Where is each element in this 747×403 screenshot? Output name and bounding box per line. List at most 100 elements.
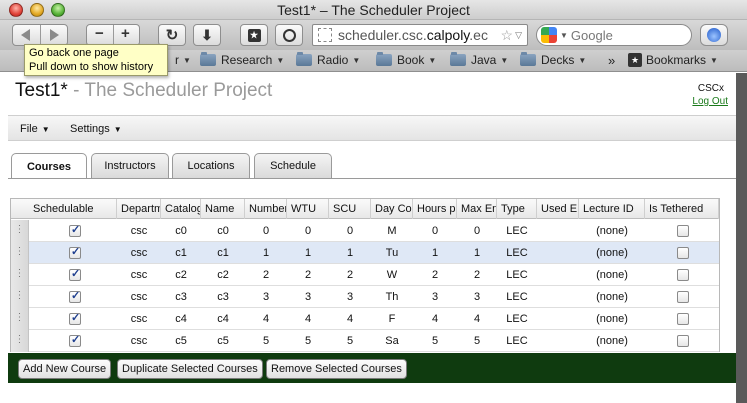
cell-wtu[interactable]: 1: [287, 242, 329, 264]
cell-number[interactable]: 2: [245, 264, 287, 286]
zoom-out-button[interactable]: −: [95, 25, 104, 42]
bookmark-folder-decks[interactable]: Decks ▼: [520, 52, 586, 67]
schedulable-checkbox[interactable]: [69, 311, 81, 325]
cell-max[interactable]: 2: [457, 264, 497, 286]
tab-locations[interactable]: Locations: [172, 153, 250, 178]
cell-dept[interactable]: csc: [117, 264, 161, 286]
cell-type[interactable]: LEC: [497, 264, 537, 286]
row-drag-handle-icon[interactable]: ⋮: [11, 264, 29, 286]
cell-catalog[interactable]: c1: [161, 242, 201, 264]
cell-catalog[interactable]: c2: [161, 264, 201, 286]
cell-scu[interactable]: 2: [329, 264, 371, 286]
back-arrow-icon[interactable]: [21, 29, 30, 41]
schedulable-checkbox[interactable]: [69, 267, 81, 281]
search-input[interactable]: Google: [571, 28, 613, 43]
cell-max[interactable]: 1: [457, 242, 497, 264]
google-engine-icon[interactable]: [541, 27, 557, 43]
engine-dropdown-icon[interactable]: ▼: [560, 31, 568, 40]
schedulable-checkbox[interactable]: [69, 289, 81, 303]
schedulable-checkbox[interactable]: [69, 333, 81, 347]
cell-days[interactable]: Th: [371, 286, 413, 308]
column-header[interactable]: SCU: [329, 199, 371, 219]
tab-schedule[interactable]: Schedule: [254, 153, 332, 178]
bookmark-folder-radio[interactable]: Radio ▼: [296, 52, 360, 67]
cell-wtu[interactable]: 0: [287, 220, 329, 242]
cell-lecture[interactable]: (none): [579, 242, 645, 264]
cell-hours[interactable]: 1: [413, 242, 457, 264]
bookmark-folder-partial[interactable]: r ▼: [175, 53, 191, 67]
cell-days[interactable]: W: [371, 264, 413, 286]
cell-hours[interactable]: 2: [413, 264, 457, 286]
cell-dept[interactable]: csc: [117, 286, 161, 308]
cell-hours[interactable]: 0: [413, 220, 457, 242]
table-row[interactable]: ⋮cscc2c2222W22LEC(none): [11, 264, 719, 286]
bookmarks-overflow-chevron[interactable]: »: [608, 53, 615, 68]
cell-type[interactable]: LEC: [497, 308, 537, 330]
column-header[interactable]: Departm: [117, 199, 161, 219]
cell-wtu[interactable]: 5: [287, 330, 329, 352]
cell-scu[interactable]: 4: [329, 308, 371, 330]
cell-used[interactable]: [537, 308, 579, 330]
cell-used[interactable]: [537, 264, 579, 286]
add-new-course-button[interactable]: Add New Course: [18, 359, 112, 379]
cell-lecture[interactable]: (none): [579, 264, 645, 286]
addon-button[interactable]: [700, 24, 728, 46]
cell-used[interactable]: [537, 242, 579, 264]
cell-type[interactable]: LEC: [497, 330, 537, 352]
cell-used[interactable]: [537, 220, 579, 242]
cell-number[interactable]: 5: [245, 330, 287, 352]
table-row[interactable]: ⋮cscc1c1111Tu11LEC(none): [11, 242, 719, 264]
url-text[interactable]: scheduler.csc.calpoly.ec: [338, 27, 501, 43]
cell-type[interactable]: LEC: [497, 220, 537, 242]
bookmark-folder-book[interactable]: Book ▼: [376, 52, 436, 67]
cell-hours[interactable]: 3: [413, 286, 457, 308]
cell-wtu[interactable]: 4: [287, 308, 329, 330]
is-tethered-checkbox[interactable]: [677, 335, 689, 347]
cell-type[interactable]: LEC: [497, 286, 537, 308]
is-tethered-checkbox[interactable]: [677, 291, 689, 303]
is-tethered-checkbox[interactable]: [677, 269, 689, 281]
row-drag-handle-icon[interactable]: ⋮: [11, 330, 29, 352]
cell-days[interactable]: F: [371, 308, 413, 330]
cell-scu[interactable]: 3: [329, 286, 371, 308]
cell-name[interactable]: c0: [201, 220, 245, 242]
history-button[interactable]: [275, 24, 303, 46]
column-header[interactable]: Schedulable: [29, 199, 117, 219]
table-row[interactable]: ⋮cscc0c0000M00LEC(none): [11, 220, 719, 242]
table-row[interactable]: ⋮cscc5c5555Sa55LEC(none): [11, 330, 719, 352]
schedulable-checkbox[interactable]: [69, 245, 81, 259]
cell-catalog[interactable]: c0: [161, 220, 201, 242]
cell-catalog[interactable]: c5: [161, 330, 201, 352]
download-button[interactable]: ⬇: [193, 24, 221, 46]
schedulable-checkbox[interactable]: [69, 223, 81, 237]
star-icon[interactable]: ☆: [501, 27, 514, 44]
cell-dept[interactable]: csc: [117, 308, 161, 330]
cell-wtu[interactable]: 2: [287, 264, 329, 286]
logout-link[interactable]: Log Out: [692, 96, 728, 107]
cell-scu[interactable]: 1: [329, 242, 371, 264]
table-row[interactable]: ⋮cscc4c4444F44LEC(none): [11, 308, 719, 330]
column-header[interactable]: Max En: [457, 199, 497, 219]
column-header[interactable]: Used E: [537, 199, 579, 219]
column-header[interactable]: Is Tethered: [645, 199, 719, 219]
cell-lecture[interactable]: (none): [579, 220, 645, 242]
cell-hours[interactable]: 5: [413, 330, 457, 352]
tab-instructors[interactable]: Instructors: [91, 153, 169, 178]
is-tethered-checkbox[interactable]: [677, 313, 689, 325]
reload-button[interactable]: ↻: [158, 24, 186, 46]
cell-number[interactable]: 1: [245, 242, 287, 264]
cell-max[interactable]: 0: [457, 220, 497, 242]
cell-days[interactable]: M: [371, 220, 413, 242]
menu-file[interactable]: File ▼: [20, 123, 50, 135]
cell-used[interactable]: [537, 286, 579, 308]
cell-type[interactable]: LEC: [497, 242, 537, 264]
row-drag-handle-icon[interactable]: ⋮: [11, 242, 29, 264]
cell-name[interactable]: c5: [201, 330, 245, 352]
is-tethered-checkbox[interactable]: [677, 225, 689, 237]
cell-number[interactable]: 4: [245, 308, 287, 330]
cell-days[interactable]: Sa: [371, 330, 413, 352]
remove-selected-courses-button[interactable]: Remove Selected Courses: [266, 359, 407, 379]
duplicate-selected-courses-button[interactable]: Duplicate Selected Courses: [117, 359, 263, 379]
url-bar[interactable]: scheduler.csc.calpoly.ec ☆ ▽: [312, 24, 528, 46]
tab-courses[interactable]: Courses: [11, 153, 87, 179]
